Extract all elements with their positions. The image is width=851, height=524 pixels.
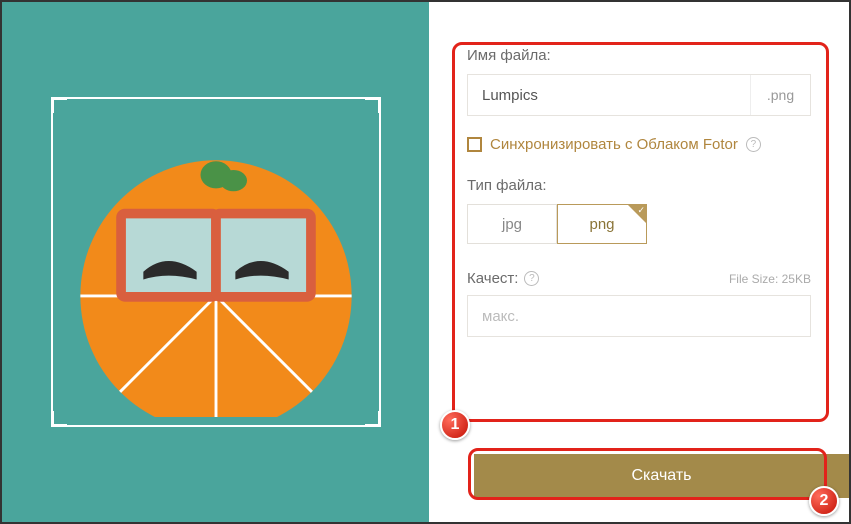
quality-select[interactable]: макс. (467, 295, 811, 337)
crop-overlay[interactable] (51, 97, 381, 427)
sync-row[interactable]: Синхронизировать с Облаком Fotor ? (467, 136, 811, 153)
filetype-png-label: png (589, 216, 614, 233)
quality-value: макс. (482, 308, 519, 325)
crop-handle-bl[interactable] (51, 411, 67, 427)
filename-extension: .png (750, 75, 810, 115)
filename-row: .png (467, 74, 811, 116)
annotation-marker-1: 1 (440, 410, 470, 440)
crop-handle-tl[interactable] (51, 97, 67, 113)
help-icon[interactable]: ? (746, 137, 761, 152)
crop-handle-br[interactable] (365, 411, 381, 427)
sync-checkbox[interactable] (467, 137, 482, 152)
filesize-text: File Size: 25KB (729, 272, 811, 286)
filename-label: Имя файла: (467, 47, 811, 64)
download-button[interactable]: Скачать (474, 454, 849, 498)
preview-pane (2, 2, 429, 522)
filetype-row: jpg png ✓ (467, 204, 811, 244)
export-form: Имя файла: .png Синхронизировать с Облак… (429, 2, 849, 522)
filetype-png-button[interactable]: png ✓ (557, 204, 647, 244)
preview-frame[interactable] (51, 97, 381, 427)
filetype-label: Тип файла: (467, 177, 811, 194)
filetype-jpg-button[interactable]: jpg (467, 204, 557, 244)
crop-handle-tr[interactable] (365, 97, 381, 113)
annotation-marker-2: 2 (809, 486, 839, 516)
sync-label: Синхронизировать с Облаком Fotor (490, 136, 738, 153)
filetype-jpg-label: jpg (502, 216, 522, 233)
quality-header: Качест: ? File Size: 25KB (467, 270, 811, 287)
check-icon: ✓ (637, 205, 645, 216)
help-icon[interactable]: ? (524, 271, 539, 286)
quality-label: Качест: (467, 270, 518, 287)
app-container: Имя файла: .png Синхронизировать с Облак… (0, 0, 851, 524)
filename-input[interactable] (468, 75, 750, 115)
download-button-label: Скачать (632, 467, 692, 485)
